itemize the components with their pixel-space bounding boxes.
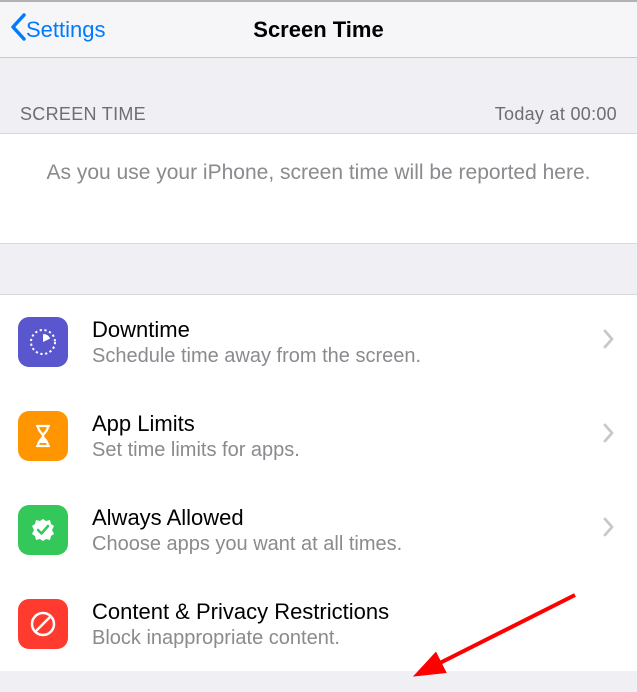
back-label: Settings bbox=[26, 17, 106, 43]
row-title: Downtime bbox=[92, 317, 603, 343]
page-title: Screen Time bbox=[253, 17, 383, 43]
screen-time-report: As you use your iPhone, screen time will… bbox=[0, 133, 637, 244]
row-downtime[interactable]: Downtime Schedule time away from the scr… bbox=[0, 295, 637, 389]
row-title: App Limits bbox=[92, 411, 603, 437]
section-header-left: SCREEN TIME bbox=[20, 104, 146, 125]
row-title: Always Allowed bbox=[92, 505, 603, 531]
badge-check-icon bbox=[18, 505, 68, 555]
hourglass-icon bbox=[18, 411, 68, 461]
back-button[interactable]: Settings bbox=[10, 13, 106, 46]
section-header: SCREEN TIME Today at 00:00 bbox=[0, 58, 637, 133]
row-content-privacy[interactable]: Content & Privacy Restrictions Block ina… bbox=[0, 577, 637, 671]
settings-list: Downtime Schedule time away from the scr… bbox=[0, 294, 637, 671]
chevron-right-icon bbox=[603, 422, 623, 450]
clock-icon bbox=[18, 317, 68, 367]
nav-bar: Settings Screen Time bbox=[0, 0, 637, 58]
no-entry-icon bbox=[18, 599, 68, 649]
row-subtitle: Choose apps you want at all times. bbox=[92, 533, 603, 556]
chevron-left-icon bbox=[10, 13, 26, 46]
chevron-right-icon bbox=[603, 328, 623, 356]
section-header-right: Today at 00:00 bbox=[495, 104, 617, 125]
row-subtitle: Block inappropriate content. bbox=[92, 627, 603, 650]
row-subtitle: Set time limits for apps. bbox=[92, 439, 603, 462]
chevron-right-icon bbox=[603, 516, 623, 544]
row-title: Content & Privacy Restrictions bbox=[92, 599, 603, 625]
row-always-allowed[interactable]: Always Allowed Choose apps you want at a… bbox=[0, 483, 637, 577]
row-app-limits[interactable]: App Limits Set time limits for apps. bbox=[0, 389, 637, 483]
row-subtitle: Schedule time away from the screen. bbox=[92, 345, 603, 368]
